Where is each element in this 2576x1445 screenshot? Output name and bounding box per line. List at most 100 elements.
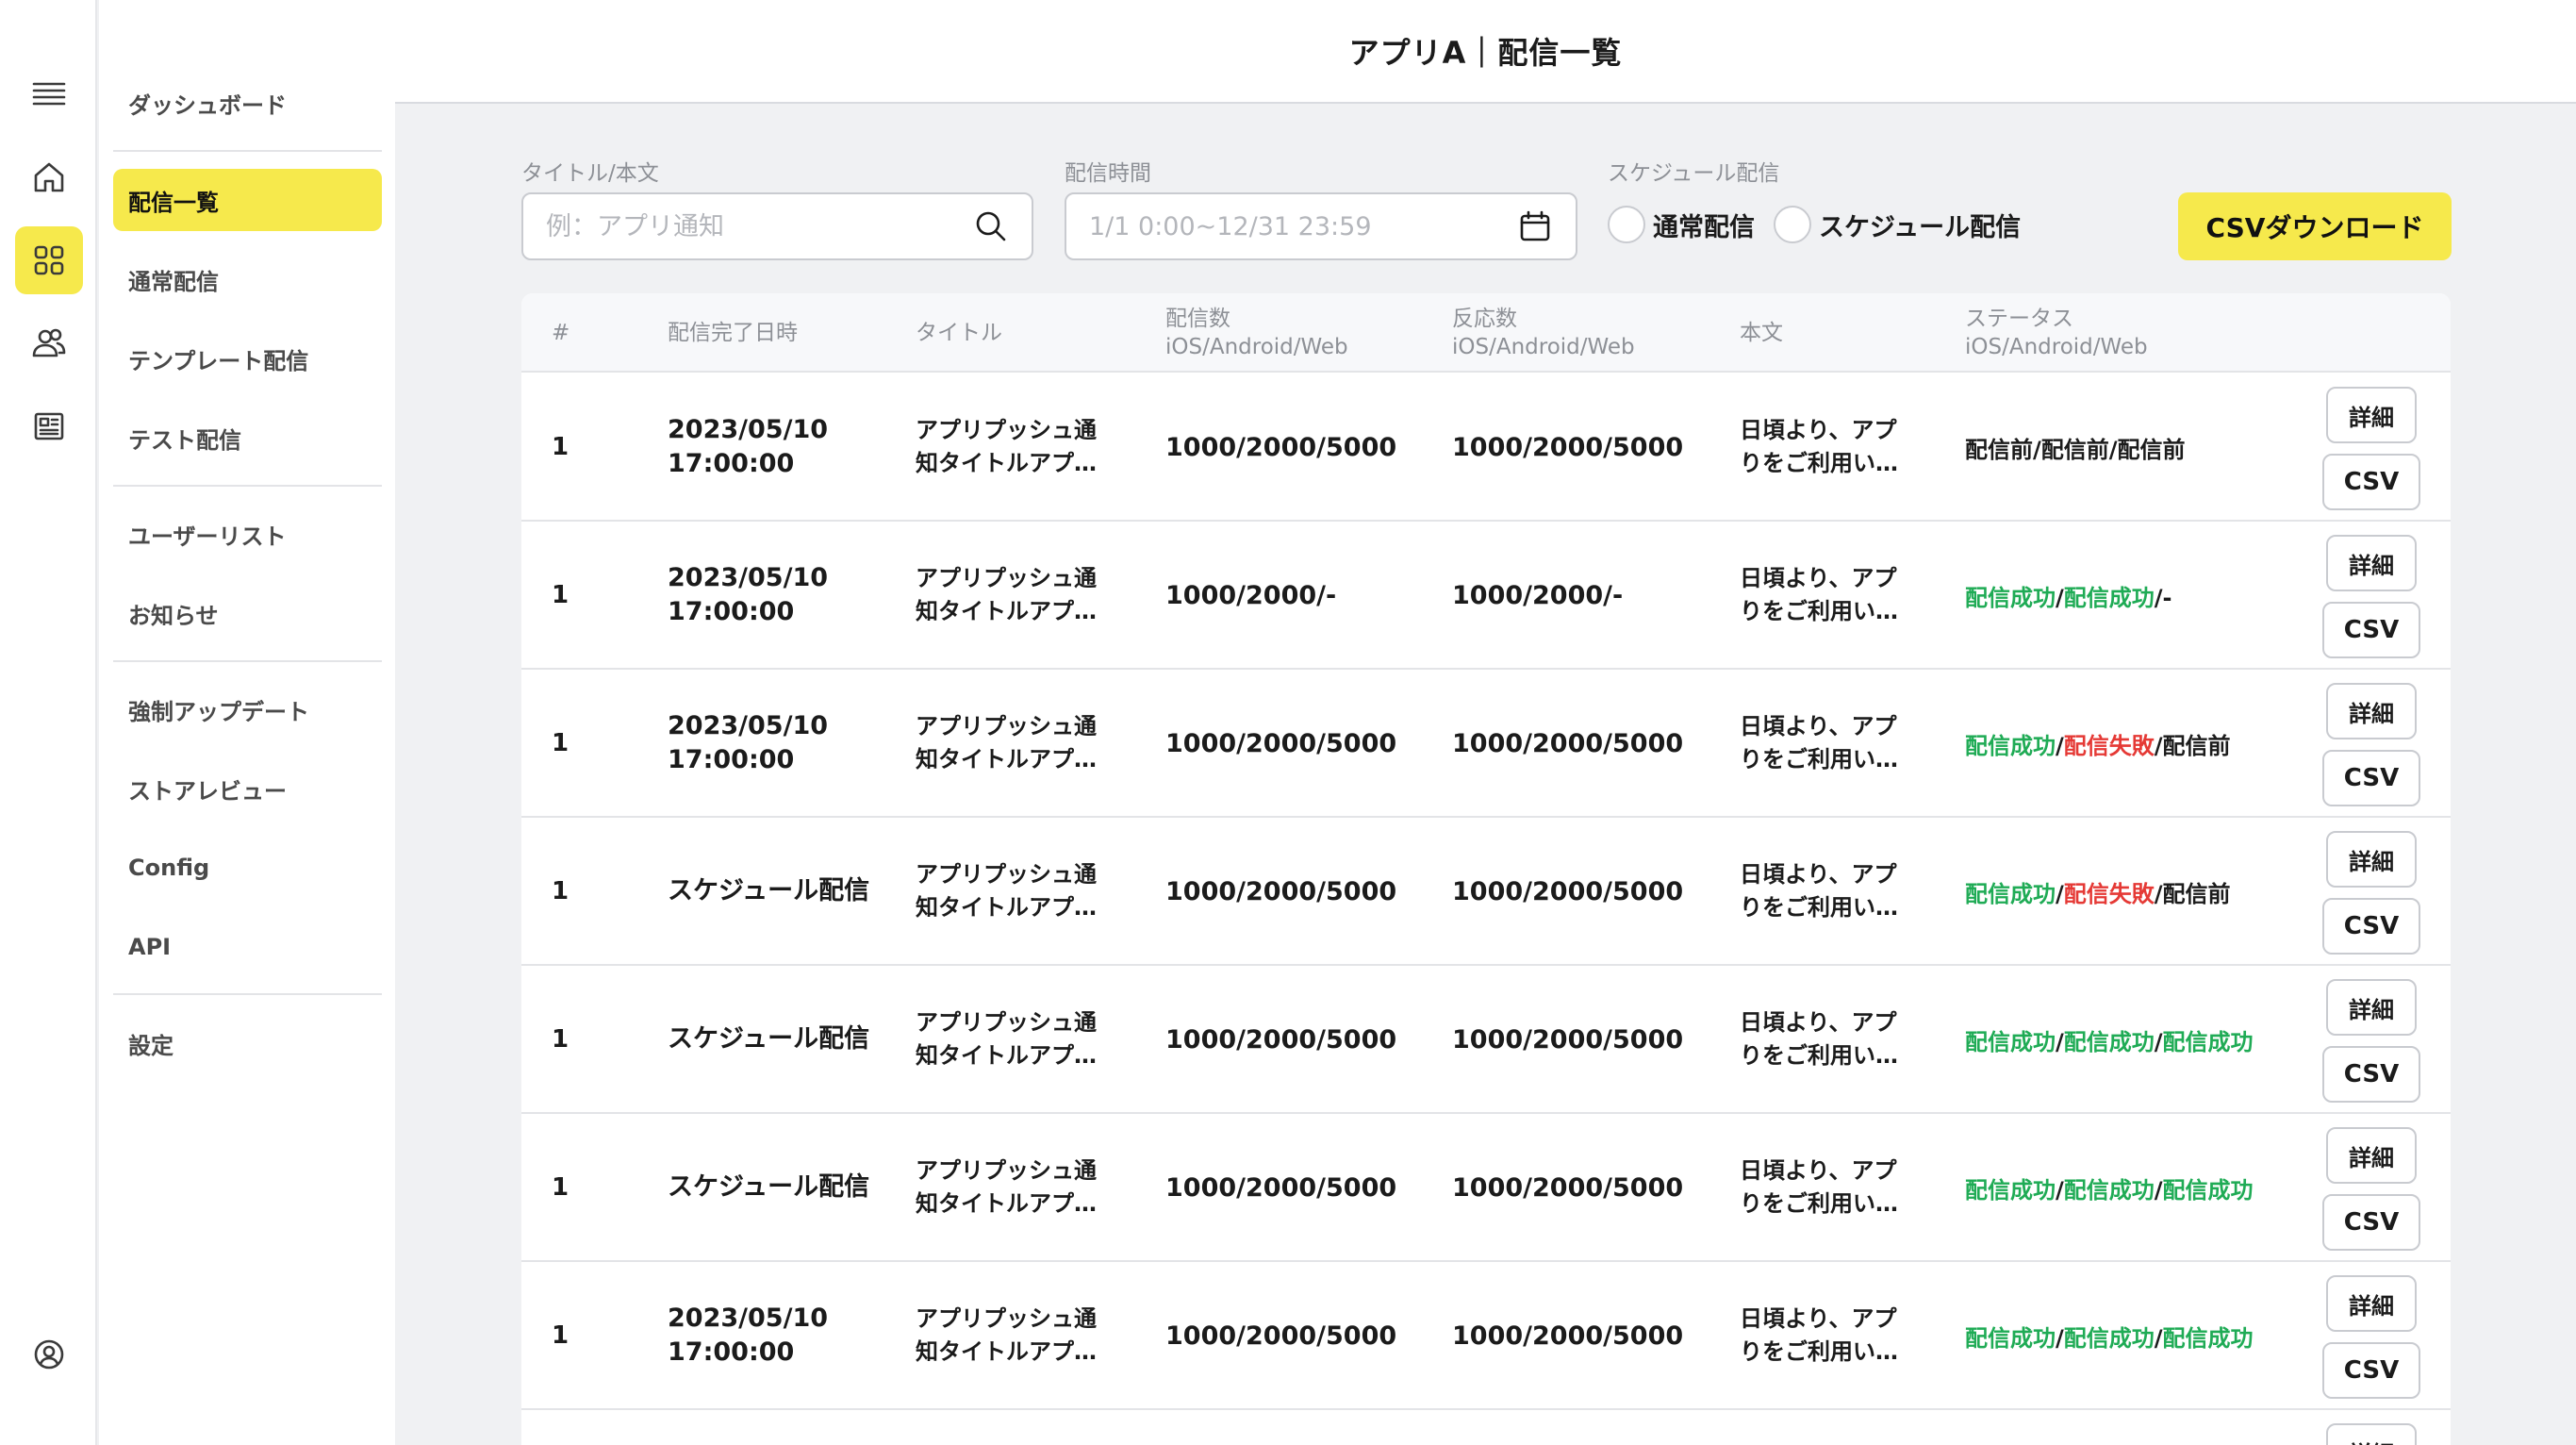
users-icon[interactable] (15, 309, 83, 377)
menu-item-store-review[interactable]: ストアレビュー (113, 757, 382, 820)
row-csv-button[interactable]: CSV (2322, 1046, 2420, 1103)
row-date: 2023/05/10 (668, 415, 829, 444)
row-date: 2023/05/10 (668, 711, 829, 740)
cell-reactions: 1000/2000/5000 (1452, 819, 1683, 964)
radio-circle[interactable] (1608, 206, 1645, 243)
row-date: スケジュール配信 (668, 1024, 870, 1054)
detail-button[interactable]: 詳細 (2326, 535, 2417, 591)
row-sent-count: 1000/2000/5000 (1165, 432, 1397, 462)
cell-num: 1 (552, 523, 569, 668)
row-sent-count: 1000/2000/5000 (1165, 1024, 1397, 1055)
status-badge: 配信成功 (1965, 1176, 2056, 1204)
status-badge: 配信前 (2162, 732, 2231, 759)
cell-num: 1 (552, 967, 569, 1112)
hamburger-icon[interactable] (15, 60, 83, 128)
grid-icon[interactable] (15, 226, 83, 294)
cell-status: 配信成功/配信失敗/配信前 (1965, 671, 2231, 816)
table-row: 1 2023/05/10 17:00:00 アプリプッシュ通 知タイトルアプ… 1000/… (521, 523, 2451, 670)
cell-title: アプリプッシュ通 知タイトルアプ… (916, 967, 1097, 1112)
menu-item-test-delivery[interactable]: テスト配信 (113, 407, 382, 469)
detail-button[interactable]: 詳細 (2326, 683, 2417, 739)
status-badge: 配信前 (1965, 436, 2033, 463)
cell-num: 1 (552, 671, 569, 816)
icon-rail (0, 0, 97, 1445)
time-range-input[interactable] (1089, 211, 1517, 241)
menu-item-settings[interactable]: 設定 (113, 1012, 382, 1074)
radio-normal-delivery[interactable]: 通常配信 (1608, 206, 1755, 243)
cell-status: 配信成功/配信失敗/配信前 (1965, 819, 2231, 964)
detail-button[interactable]: 詳細 (2326, 979, 2417, 1036)
row-title-line: 知タイトルアプ… (916, 746, 1097, 772)
status-badge: 配信成功 (2063, 584, 2155, 611)
detail-button[interactable]: 詳細 (2326, 1127, 2417, 1184)
status-line: 配信成功/配信失敗/配信前 (1965, 875, 2231, 908)
menu-item-user-list[interactable]: ユーザーリスト (113, 503, 382, 565)
status-badge: 配信成功 (1965, 732, 2056, 759)
status-badge: 配信前 (2117, 436, 2186, 463)
row-title-line: 知タイトルアプ… (916, 1190, 1097, 1217)
row-time: 17:00:00 (668, 597, 795, 626)
menu-divider (113, 485, 382, 487)
row-csv-button[interactable]: CSV (2322, 1342, 2420, 1399)
csv-download-button[interactable]: CSVダウンロード (2178, 192, 2452, 260)
cell-reactions: 1000/2000/5000 (1452, 374, 1683, 520)
row-csv-button[interactable]: CSV (2322, 898, 2420, 955)
cell-status: 配信成功/配信成功/配信成功 (1965, 967, 2254, 1112)
newspaper-icon[interactable] (15, 392, 83, 460)
status-separator: / (2056, 1324, 2064, 1352)
cell-reactions: 1000/2000/5000 (1452, 1115, 1683, 1260)
detail-button[interactable]: 詳細 (2326, 1423, 2417, 1445)
menu-item-dashboard[interactable]: ダッシュボード (113, 72, 382, 134)
home-icon[interactable] (15, 143, 83, 211)
row-time: 17:00:00 (668, 449, 795, 478)
row-reaction-count: 1000/2000/5000 (1452, 876, 1684, 906)
radio-circle[interactable] (1774, 206, 1811, 243)
cell-body: 日頃より、アプ りをご利用い… (1740, 1115, 1898, 1260)
detail-button[interactable]: 詳細 (2326, 1275, 2417, 1332)
status-separator: / (2154, 880, 2163, 907)
row-body-line: りをご利用い… (1740, 598, 1898, 624)
menu-item-api[interactable]: API (113, 916, 382, 978)
status-line: 配信成功/配信成功/配信成功 (1965, 1171, 2254, 1204)
menu-item-config[interactable]: Config (113, 837, 382, 899)
row-time: 17:00:00 (668, 745, 795, 774)
status-badge: 配信成功 (2162, 1176, 2254, 1204)
time-filter-label: 配信時間 (1065, 161, 1151, 186)
menu-item-delivery-list[interactable]: 配信一覧 (113, 169, 382, 231)
status-badge: 配信成功 (1965, 1028, 2056, 1055)
cell-date: スケジュール配信 (668, 819, 869, 964)
row-sent-count: 1000/2000/5000 (1165, 876, 1397, 906)
row-number: 1 (552, 1173, 570, 1202)
row-date: スケジュール配信 (668, 1172, 870, 1202)
menu-item-notices[interactable]: お知らせ (113, 582, 382, 644)
row-number: 1 (552, 1025, 570, 1054)
row-reaction-count: 1000/2000/5000 (1452, 1172, 1684, 1203)
menu-item-template-delivery[interactable]: テンプレート配信 (113, 327, 382, 390)
cell-body: 日頃より、アプ りをご利用い… (1740, 819, 1898, 964)
calendar-icon[interactable] (1517, 208, 1553, 244)
menu-divider (113, 660, 382, 662)
row-csv-button[interactable]: CSV (2322, 454, 2420, 510)
cell-status: 配信成功/配信成功/配信成功 (1965, 1263, 2254, 1408)
cell-body: 日頃より、アプ りをご利用い… (1740, 671, 1898, 816)
title-search-input[interactable] (546, 211, 973, 241)
row-number: 1 (552, 877, 570, 905)
row-csv-button[interactable]: CSV (2322, 1194, 2420, 1251)
cell-sent: 1000/2000/5000 (1165, 1263, 1396, 1408)
cell-body: 日頃より、アプ りをご利用い… (1740, 1263, 1898, 1408)
row-body-line: 日頃より、アプ (1740, 861, 1897, 888)
row-title-line: アプリプッシュ通 (916, 417, 1097, 443)
status-separator: / (2056, 1028, 2064, 1055)
radio-schedule-delivery[interactable]: スケジュール配信 (1774, 206, 2021, 243)
menu-item-normal-delivery[interactable]: 通常配信 (113, 248, 382, 310)
detail-button[interactable]: 詳細 (2326, 831, 2417, 888)
row-csv-button[interactable]: CSV (2322, 750, 2420, 806)
search-icon[interactable] (973, 208, 1009, 244)
row-csv-button[interactable]: CSV (2322, 602, 2420, 658)
detail-button[interactable]: 詳細 (2326, 387, 2417, 443)
table-row: 1 2023/05/10 17:00:00 アプリプッシュ通 知タイトルアプ… 1000/… (521, 1263, 2451, 1410)
menu-item-force-update[interactable]: 強制アップデート (113, 678, 382, 740)
status-separator: / (2056, 880, 2064, 907)
status-separator: / (2056, 1176, 2064, 1204)
account-icon[interactable] (15, 1320, 83, 1388)
